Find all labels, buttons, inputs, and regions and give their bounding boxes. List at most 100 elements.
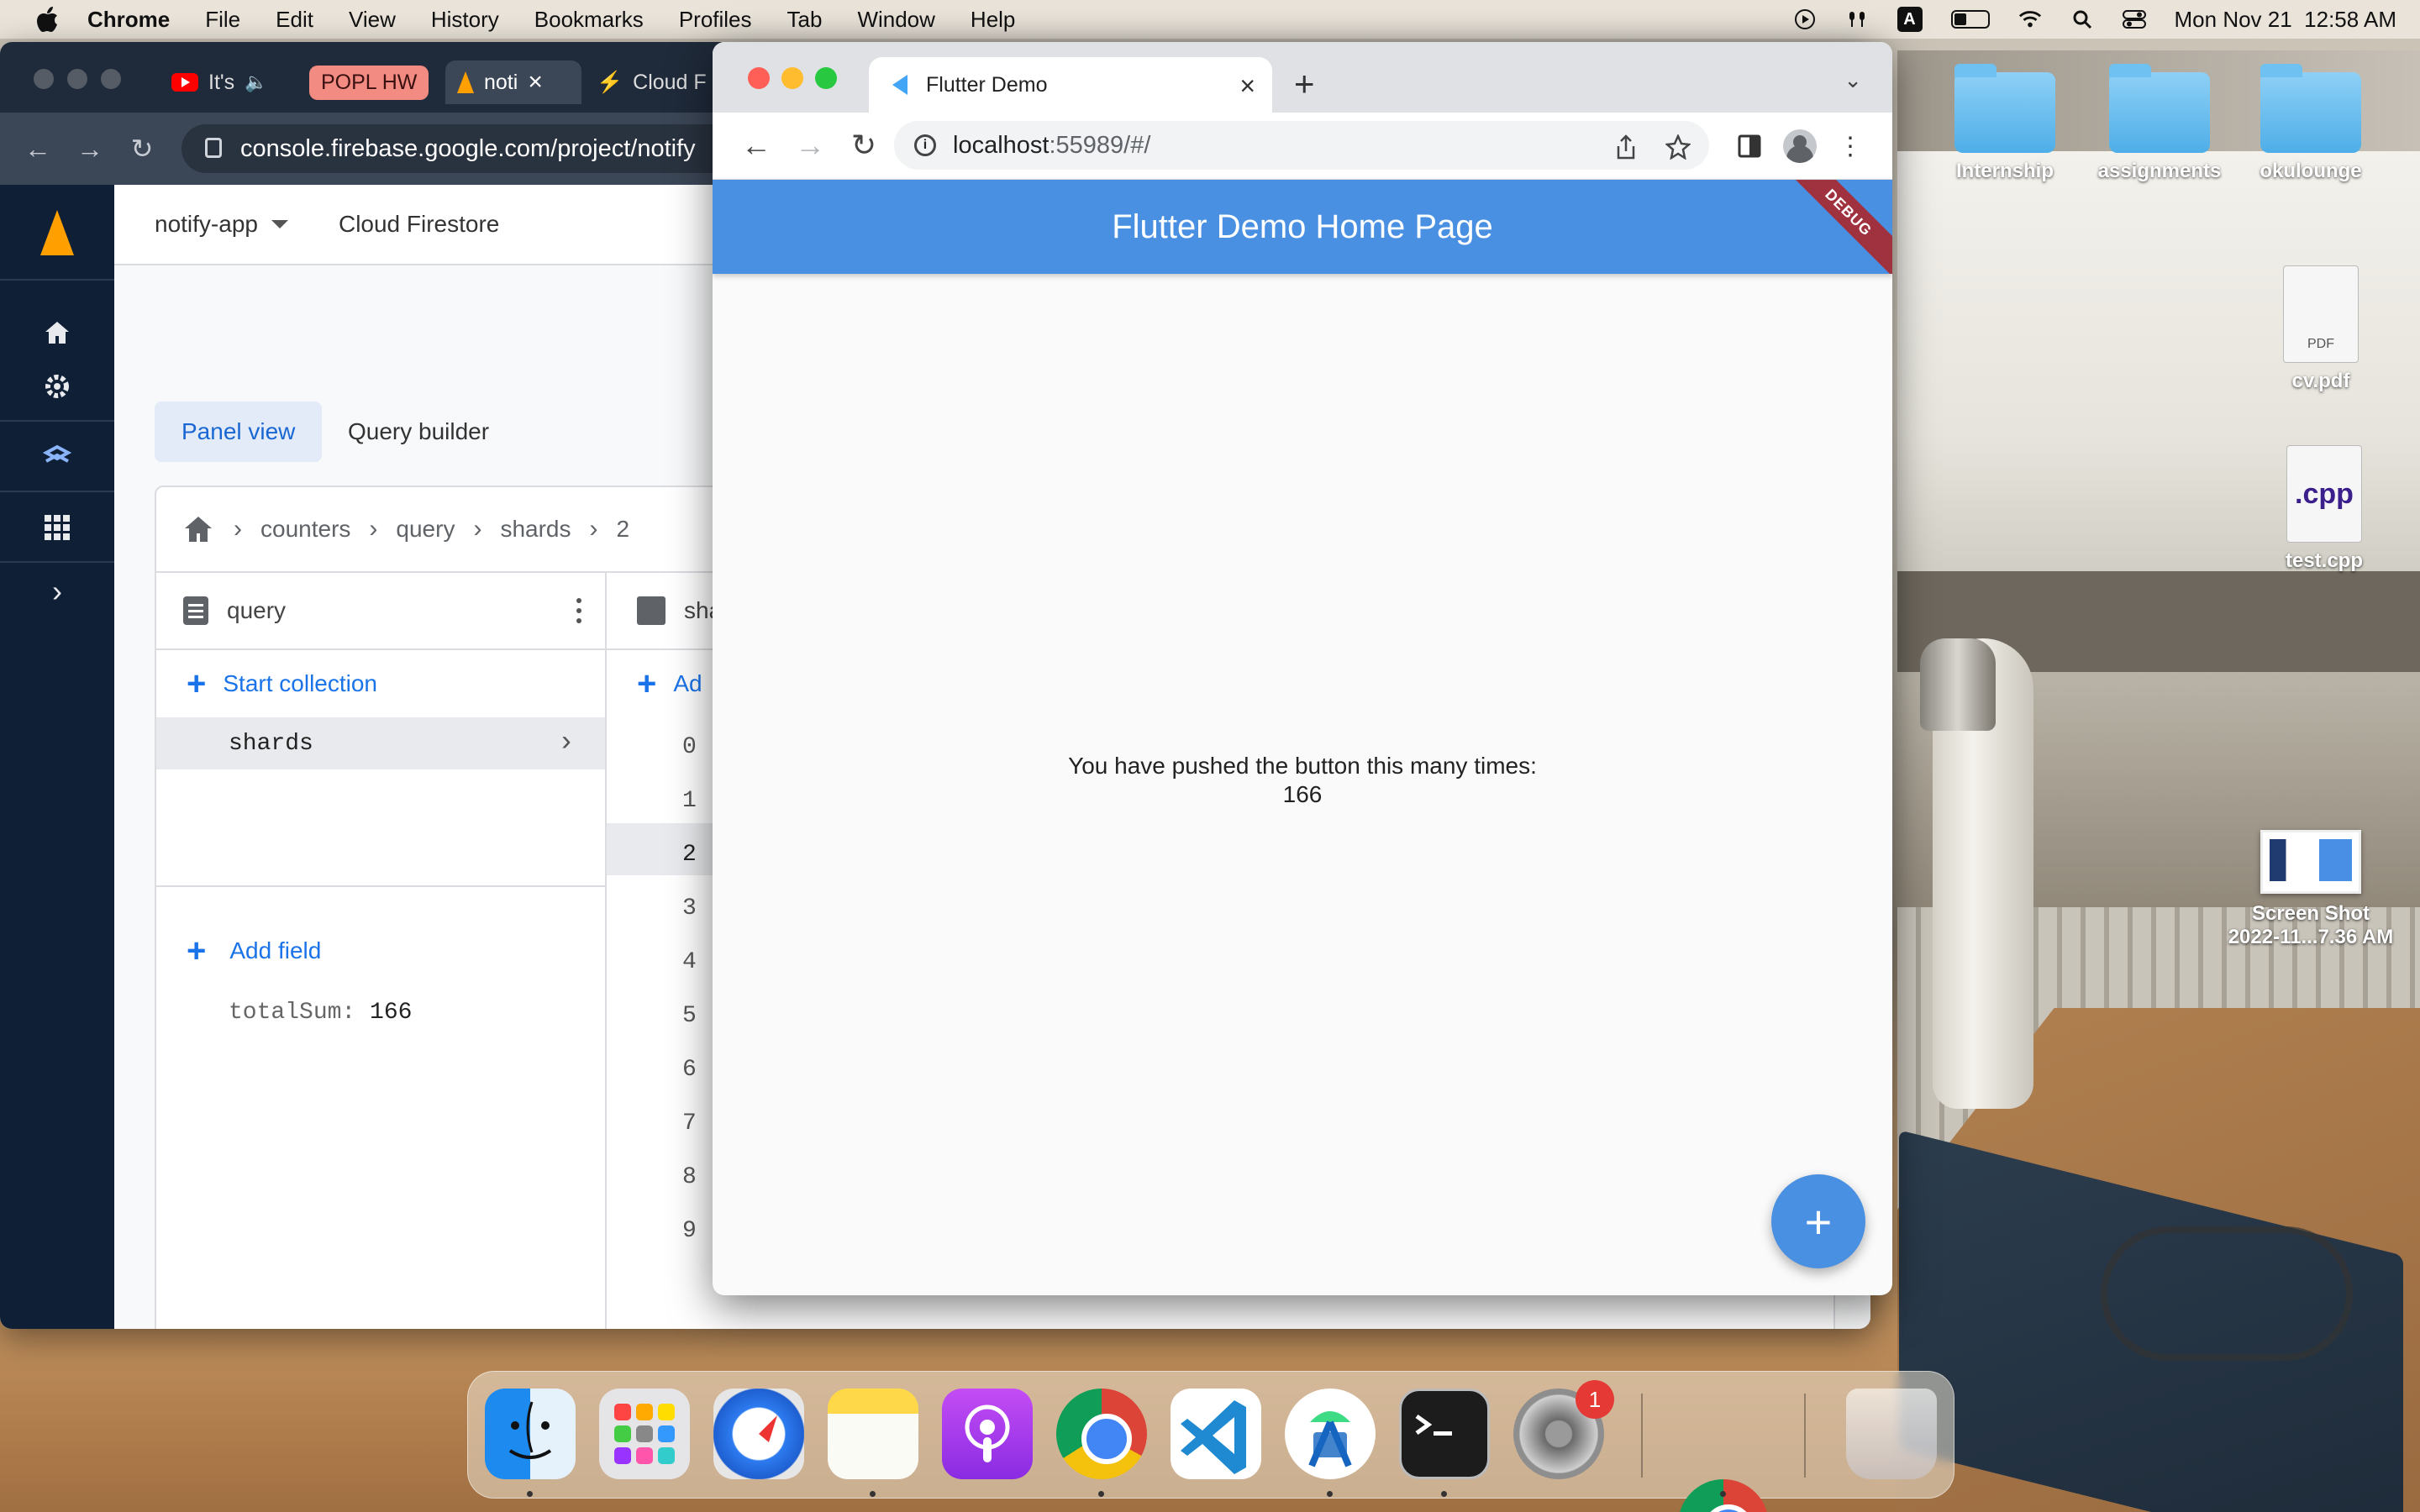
youtube-icon [171, 73, 198, 92]
spotlight-search-icon[interactable] [2070, 8, 2094, 31]
menu-help[interactable]: Help [971, 7, 1015, 33]
chrome-icon[interactable] [1056, 1389, 1147, 1479]
side-panel-icon[interactable] [1733, 129, 1766, 163]
document-id[interactable]: 7 [682, 1110, 697, 1137]
tab-search-chevron-icon[interactable]: ⌄ [1844, 67, 1862, 93]
panel-view-toggle[interactable]: Panel view [155, 402, 323, 462]
increment-fab-button[interactable]: + [1771, 1174, 1865, 1268]
forward-icon[interactable]: → [76, 134, 104, 164]
menu-app-name[interactable]: Chrome [87, 7, 170, 33]
more-vert-icon[interactable]: ⋮ [1833, 129, 1867, 163]
menu-view[interactable]: View [349, 7, 396, 33]
settings-gear-icon[interactable] [37, 366, 77, 407]
wifi-icon[interactable] [2018, 8, 2042, 31]
reload-icon[interactable]: ↻ [845, 128, 882, 163]
breadcrumb-item[interactable]: query [396, 516, 455, 543]
menu-history[interactable]: History [431, 7, 499, 33]
close-window-button[interactable] [748, 67, 770, 89]
document-id[interactable]: 9 [682, 1218, 697, 1244]
more-vert-icon[interactable] [576, 598, 581, 603]
close-icon[interactable]: × [528, 68, 543, 97]
safari-icon[interactable] [713, 1389, 804, 1479]
launchpad-icon[interactable] [599, 1389, 690, 1479]
control-center-icon[interactable] [2122, 8, 2146, 31]
desktop-folder-okulounge[interactable]: okulounge [2235, 64, 2386, 183]
notes-icon[interactable] [828, 1389, 918, 1479]
airpods-icon[interactable] [1845, 8, 1869, 31]
column-title: query [227, 597, 287, 623]
menu-window[interactable]: Window [857, 7, 934, 33]
forward-icon[interactable]: → [792, 128, 829, 163]
document-id[interactable]: 0 [682, 734, 697, 760]
address-bar[interactable]: i localhost:55989/#/ [894, 121, 1709, 170]
firestore-icon[interactable] [37, 437, 77, 477]
minimize-window-button[interactable] [781, 67, 803, 89]
tab-firebase-notify[interactable]: noti × [445, 60, 581, 104]
zoom-window-button[interactable] [101, 69, 121, 89]
screen-recording-icon[interactable] [1793, 8, 1817, 31]
desktop-folder-internship[interactable]: Internship [1929, 64, 2081, 183]
vscode-icon[interactable] [1171, 1389, 1261, 1479]
terminal-icon[interactable] [1399, 1389, 1490, 1479]
document-id-selected[interactable]: 2 [682, 842, 697, 868]
menu-tab[interactable]: Tab [787, 7, 823, 33]
add-field-button[interactable]: + Add field [156, 917, 321, 984]
expand-chevron-icon[interactable]: › [37, 571, 77, 612]
document-icon [183, 596, 208, 625]
firebase-logo-icon[interactable] [40, 210, 74, 255]
reload-icon[interactable]: ↻ [128, 134, 156, 164]
tab-popl-hw[interactable]: POPL HW [297, 60, 440, 104]
site-info-icon[interactable]: i [914, 134, 936, 156]
collection-item-shards[interactable]: shards › [156, 717, 605, 769]
home-icon[interactable] [37, 312, 77, 353]
all-products-grid-icon[interactable] [37, 507, 77, 548]
back-icon[interactable]: ← [738, 128, 775, 163]
podcasts-icon[interactable] [942, 1389, 1033, 1479]
breadcrumb-item[interactable]: 2 [617, 516, 630, 543]
tab-flutter-demo[interactable]: Flutter Demo × [869, 57, 1272, 113]
breadcrumb-item[interactable]: counters [260, 516, 350, 543]
tab-youtube[interactable]: It's 🔈 [160, 60, 280, 104]
flutter-icon [892, 75, 908, 95]
bookmark-star-icon[interactable] [1665, 133, 1691, 166]
finder-icon[interactable] [485, 1389, 576, 1479]
document-id[interactable]: 8 [682, 1164, 697, 1190]
close-tab-icon[interactable]: × [1239, 71, 1255, 102]
profile-avatar-icon[interactable] [1783, 129, 1817, 163]
desktop-file-cv-pdf[interactable]: PDF cv.pdf [2245, 265, 2396, 393]
new-tab-plus-icon[interactable]: + [1294, 64, 1315, 104]
desktop-file-test-cpp[interactable]: .cpp test.cpp [2249, 445, 2400, 573]
document-id[interactable]: 6 [682, 1057, 697, 1083]
trash-icon[interactable] [1846, 1389, 1937, 1479]
zoom-window-button[interactable] [815, 67, 837, 89]
menu-profiles[interactable]: Profiles [679, 7, 752, 33]
share-icon[interactable] [1615, 134, 1637, 166]
desktop-item-label: test.cpp [2285, 549, 2363, 572]
field-row-totalsum[interactable]: totalSum: 166 [229, 1000, 412, 1026]
tab-label: Cloud F [633, 70, 707, 94]
apple-menu-icon[interactable] [32, 4, 62, 34]
query-builder-toggle[interactable]: Query builder [321, 402, 516, 462]
document-id[interactable]: 4 [682, 949, 697, 975]
input-source-icon[interactable]: A [1897, 7, 1923, 32]
desktop-folder-assignments[interactable]: assignments [2084, 64, 2235, 183]
menubar-clock[interactable]: Mon Nov 21 12:58 AM [2175, 7, 2396, 33]
project-selector[interactable]: notify-app [155, 211, 288, 238]
breadcrumb-item[interactable]: shards [500, 516, 571, 543]
minimize-window-button[interactable] [67, 69, 87, 89]
menu-file[interactable]: File [205, 7, 240, 33]
desktop-screenshot-file[interactable]: Screen Shot 2022-11...7.36 AM [2210, 830, 2412, 949]
tab-cloud-functions[interactable]: ⚡ Cloud F [585, 60, 718, 104]
back-icon[interactable]: ← [24, 134, 52, 164]
battery-icon[interactable] [1950, 10, 1990, 29]
document-id[interactable]: 3 [682, 895, 697, 921]
menu-bookmarks[interactable]: Bookmarks [534, 7, 644, 33]
home-icon[interactable] [182, 512, 215, 546]
document-id[interactable]: 5 [682, 1003, 697, 1029]
menu-edit[interactable]: Edit [276, 7, 313, 33]
android-studio-icon[interactable] [1285, 1389, 1376, 1479]
macos-menubar: Chrome File Edit View History Bookmarks … [0, 0, 2420, 39]
close-window-button[interactable] [34, 69, 54, 89]
start-collection-button[interactable]: + Start collection [156, 650, 605, 717]
document-id[interactable]: 1 [682, 788, 697, 814]
